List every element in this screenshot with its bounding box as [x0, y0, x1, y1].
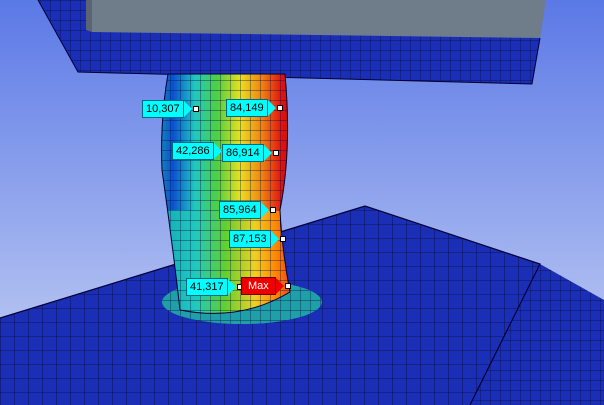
probe-label[interactable]: 84,149: [226, 99, 283, 117]
probe-value: 41,317: [186, 278, 228, 296]
graphics-viewport[interactable]: 10,307 84,149 42,286 86,914 85,964 87,15…: [0, 0, 604, 405]
probe-value: 87,153: [229, 230, 271, 248]
probe-label[interactable]: 10,307: [142, 100, 199, 118]
probe-value: 85,964: [219, 201, 261, 219]
probe-value: 86,914: [222, 144, 264, 162]
max-probe-label[interactable]: Max: [241, 277, 291, 295]
probe-value: 84,149: [226, 99, 268, 117]
max-value: Max: [241, 277, 276, 295]
probe-value: 10,307: [142, 100, 184, 118]
probe-label[interactable]: 42,286: [172, 142, 229, 160]
probe-label[interactable]: 85,964: [219, 201, 276, 219]
max-point-icon: [284, 283, 291, 289]
probe-value: 42,286: [172, 142, 214, 160]
top-plate-face: [92, 0, 546, 38]
probe-point-icon: [276, 105, 283, 111]
probe-point-icon: [192, 106, 199, 112]
probe-label[interactable]: 87,153: [229, 230, 286, 248]
probe-label[interactable]: 86,914: [222, 144, 279, 162]
fea-contour-scene[interactable]: [0, 0, 604, 405]
probe-point-icon: [269, 207, 276, 213]
probe-point-icon: [279, 236, 286, 242]
probe-label[interactable]: 41,317: [186, 278, 243, 296]
probe-point-icon: [272, 150, 279, 156]
